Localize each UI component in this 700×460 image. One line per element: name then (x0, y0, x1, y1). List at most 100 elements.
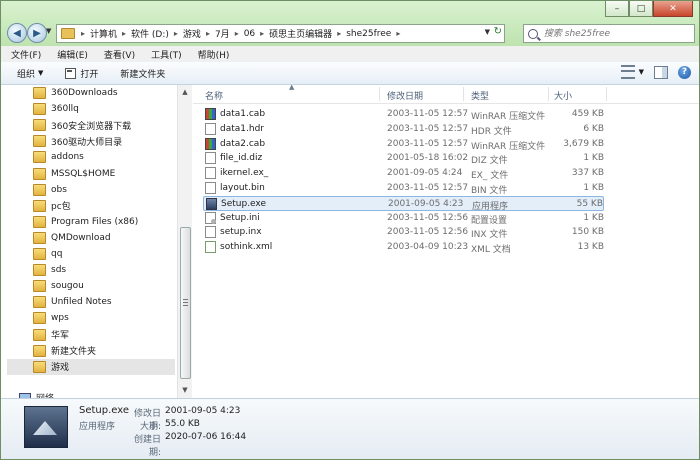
tree-item[interactable]: qq (33, 246, 62, 262)
breadcrumb: ▸ 计算机 ▸ 软件 (D:) ▸ 游戏 ▸ 7月 ▸ 06 ▸ 硕思主页编辑器 ▸ she25free ▸ (79, 27, 402, 41)
breadcrumb-separator-icon[interactable]: ▸ (258, 29, 266, 38)
column-divider[interactable] (548, 87, 549, 101)
help-icon[interactable]: ? (678, 65, 691, 79)
column-divider[interactable] (379, 87, 380, 101)
file-row[interactable]: data2.cab 2003-11-05 12:57 WinRAR 压缩文件 3,67… (203, 137, 604, 152)
file-row[interactable]: data1.hdr 2003-11-05 12:57 HDR 文件 6 KB (203, 122, 604, 137)
breadcrumb-separator-icon[interactable]: ▸ (233, 29, 241, 38)
menu-item[interactable]: 工具(T) (141, 48, 188, 61)
file-row[interactable]: data1.cab 2003-11-05 12:57 WinRAR 压缩文件 459 … (203, 107, 604, 122)
maximize-button[interactable]: □ (629, 1, 653, 17)
details-file-type: 应用程序 (79, 422, 116, 432)
column-size[interactable]: 大小 (554, 89, 572, 102)
new-folder-button[interactable]: 新建文件夹 (114, 65, 171, 82)
file-list[interactable]: ▲ 名称 修改日期 类型 大小 data1.cab 2003-11-05 12:5… (193, 83, 699, 398)
organize-button[interactable]: 组织 ▼ (11, 65, 49, 82)
column-name[interactable]: 名称 (205, 89, 223, 102)
tree-item[interactable]: MSSQL$HOME (33, 166, 115, 182)
breadcrumb-item[interactable]: she25free (343, 29, 394, 39)
file-row[interactable]: ikernel.ex_ 2001-09-05 4:24 EX_ 文件 337 KB (203, 166, 604, 181)
tree-item[interactable]: 华军 (33, 327, 69, 343)
breadcrumb-separator-icon[interactable]: ▸ (204, 29, 212, 38)
breadcrumb-item[interactable]: 软件 (D:) (128, 27, 172, 40)
recent-pages-dropdown[interactable]: ▼ (46, 27, 51, 35)
window-controls: – □ ✕ (605, 1, 693, 17)
tree-item[interactable]: addons (33, 149, 84, 165)
address-dropdown-icon[interactable]: ▼ (485, 28, 490, 36)
breadcrumb-item[interactable]: 硕思主页编辑器 (266, 27, 335, 40)
column-divider[interactable] (606, 87, 607, 101)
tree-item[interactable]: 360安全浏览器下载 (33, 117, 131, 133)
file-row[interactable]: Setup.exe 2001-09-05 4:23 应用程序 55 KB (203, 195, 604, 212)
menu-item[interactable]: 帮助(H) (188, 48, 236, 61)
exe-icon (206, 197, 217, 210)
file-name: Setup.exe (221, 198, 267, 209)
breadcrumb-item[interactable]: 7月 (212, 27, 233, 40)
breadcrumb-item[interactable]: 06 (241, 29, 258, 39)
address-bar[interactable]: ▸ 计算机 ▸ 软件 (D:) ▸ 游戏 ▸ 7月 ▸ 06 ▸ 硕思主页编辑器 ▸ she25free ▸… (56, 24, 505, 43)
open-button[interactable]: 打开 (59, 65, 104, 82)
scrollbar-thumb[interactable] (180, 227, 191, 379)
tree-item-network[interactable]: 网络 (19, 391, 54, 398)
file-row[interactable]: Setup.ini 2003-11-05 12:56 配置设置 1 KB (203, 211, 604, 226)
scroll-down-icon[interactable]: ▼ (178, 383, 192, 397)
search-input[interactable] (541, 27, 694, 40)
tree-item-label: 网络 (36, 391, 54, 398)
column-header: ▲ 名称 修改日期 类型 大小 (193, 83, 699, 104)
folder-icon (33, 344, 46, 357)
column-type[interactable]: 类型 (471, 89, 489, 102)
tree-item[interactable]: Unfiled Notes (33, 294, 112, 310)
breadcrumb-separator-icon[interactable]: ▸ (335, 29, 343, 38)
back-button[interactable]: ◀ (7, 23, 27, 43)
rar-icon (205, 137, 216, 150)
navigation-pane[interactable]: 网络 360Downloads 360llq 360安全浏览器下载 360驱动大师目录… (1, 85, 177, 398)
scroll-up-icon[interactable]: ▲ (178, 85, 192, 99)
tree-item-label: 新建文件夹 (51, 347, 97, 358)
search-icon (528, 28, 538, 39)
size-label: 大小: (139, 422, 161, 432)
breadcrumb-separator-icon[interactable]: ▸ (394, 29, 402, 38)
menu-item[interactable]: 查看(V) (94, 48, 141, 61)
tree-item[interactable]: Program Files (x86) (33, 214, 138, 230)
tree-item[interactable]: sougou (33, 278, 84, 294)
tree-item[interactable]: 游戏 (7, 358, 175, 375)
file-row[interactable]: setup.inx 2003-11-05 12:56 INX 文件 150 KB (203, 225, 604, 240)
tree-item[interactable]: obs (33, 182, 67, 198)
refresh-icon[interactable]: ↻ (494, 26, 502, 37)
breadcrumb-separator-icon[interactable]: ▸ (172, 29, 180, 38)
tree-item[interactable]: QMDownload (33, 230, 111, 246)
search-box[interactable] (523, 24, 695, 43)
folder-icon (33, 87, 46, 99)
view-dropdown-icon[interactable]: ▼ (639, 68, 644, 76)
doc-icon (205, 182, 216, 194)
close-button[interactable]: ✕ (653, 1, 693, 17)
view-options-icon[interactable] (620, 65, 635, 79)
tree-item[interactable]: 360驱动大师目录 (33, 133, 122, 149)
tree-item[interactable]: 新建文件夹 (33, 343, 96, 359)
tree-item[interactable]: 360llq (33, 101, 79, 117)
preview-pane-icon[interactable] (654, 65, 668, 79)
menu-item[interactable]: 文件(F) (1, 48, 47, 61)
breadcrumb-separator-icon[interactable]: ▸ (120, 29, 128, 38)
breadcrumb-item[interactable]: 计算机 (87, 27, 120, 40)
forward-button[interactable]: ▶ (27, 23, 47, 43)
file-type: HDR 文件 (471, 126, 512, 137)
file-row[interactable]: layout.bin 2003-11-05 12:57 BIN 文件 1 KB (203, 181, 604, 196)
view-controls: ▼ ? (620, 65, 691, 79)
tree-item[interactable]: pc包 (33, 198, 71, 214)
file-row[interactable]: sothink.xml 2003-04-09 10:23 XML 文档 13 KB (203, 240, 604, 255)
breadcrumb-item[interactable]: 游戏 (180, 27, 204, 40)
file-size: 1 KB (583, 212, 604, 223)
tree-item[interactable]: sds (33, 262, 66, 278)
menu-item[interactable]: 编辑(E) (47, 48, 94, 61)
minimize-button[interactable]: – (605, 1, 629, 17)
file-row[interactable]: file_id.diz 2001-05-18 16:02 DIZ 文件 1 KB (203, 151, 604, 166)
breadcrumb-separator-icon[interactable]: ▸ (79, 29, 87, 38)
navigation-scrollbar[interactable]: ▲ ▼ (177, 85, 192, 398)
column-divider[interactable] (463, 87, 464, 101)
tree-item[interactable]: wps (33, 310, 69, 326)
folder-icon (61, 28, 75, 39)
folder-icon (33, 183, 46, 196)
column-date[interactable]: 修改日期 (387, 89, 423, 102)
tree-item[interactable]: 360Downloads (33, 85, 118, 101)
